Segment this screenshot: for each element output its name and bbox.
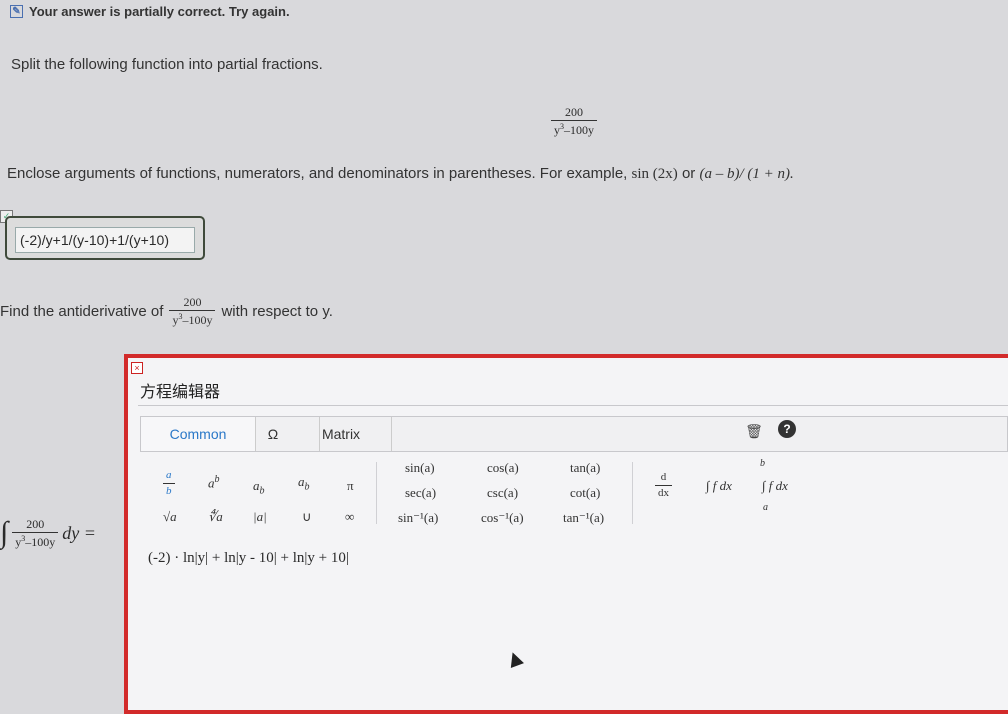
integral-denominator: y3–100y xyxy=(12,532,59,548)
question-2: Find the antiderivative of 200 y3–100y w… xyxy=(0,295,333,327)
help-icon[interactable]: ? xyxy=(778,420,796,438)
answer-box-1: (-2)/y+1/(y-10)+1/(y+10) xyxy=(5,216,205,260)
integral-numerator: 200 xyxy=(26,517,45,531)
csc-button[interactable]: csc(a) xyxy=(487,485,518,501)
integral-button[interactable]: ∫ f dx xyxy=(706,478,732,494)
function-denominator: y3–100y xyxy=(551,120,597,136)
trash-icon[interactable]: 🗑 xyxy=(745,422,763,440)
arcsin-button[interactable]: sin⁻¹(a) xyxy=(398,510,438,526)
pencil-icon: ✎ xyxy=(10,5,23,18)
power-button[interactable]: ab xyxy=(208,474,220,491)
def-integral-lower: a xyxy=(763,502,768,513)
question-prompt: Split the following function into partia… xyxy=(11,56,323,73)
abs-button[interactable]: |a| xyxy=(253,509,267,525)
subsup-button[interactable]: ab xyxy=(298,474,310,493)
divider xyxy=(632,462,633,524)
function-display: 200 y3–100y xyxy=(551,106,597,136)
sin-button[interactable]: sin(a) xyxy=(405,460,435,476)
sqrt-button[interactable]: √a xyxy=(163,509,177,525)
editor-toolbar: Common Ω Matrix xyxy=(140,416,1008,452)
instructions: Enclose arguments of functions, numerato… xyxy=(7,165,794,182)
definite-integral-button[interactable]: ∫ f dx xyxy=(762,478,788,494)
status-text: Your answer is partially correct. Try ag… xyxy=(29,4,290,19)
editor-title: 方程编辑器 xyxy=(140,384,221,401)
close-icon[interactable]: × xyxy=(131,362,143,374)
union-button[interactable]: ∪ xyxy=(302,509,312,525)
answer-input-1[interactable]: (-2)/y+1/(y-10)+1/(y+10) xyxy=(15,227,195,253)
divider xyxy=(376,462,377,524)
editor-expression[interactable]: (-2) · ln|y| + ln|y - 10| + ln|y + 10| xyxy=(148,550,349,567)
fraction-button[interactable]: ab xyxy=(163,470,175,497)
integral-sign-icon: ∫ xyxy=(0,516,9,549)
q2-denominator: y3–100y xyxy=(169,310,216,326)
integral-expression: ∫ 200 y3–100y dy = xyxy=(0,516,96,549)
function-numerator: 200 xyxy=(565,105,583,119)
nth-root-button[interactable]: ∜a xyxy=(208,509,223,525)
tab-matrix[interactable]: Matrix xyxy=(291,417,392,451)
pi-button[interactable]: π xyxy=(347,478,354,494)
q2-numerator: 200 xyxy=(183,295,202,309)
tan-button[interactable]: tan(a) xyxy=(570,460,600,476)
status-message: ✎ Your answer is partially correct. Try … xyxy=(10,4,290,19)
divider xyxy=(138,405,1008,406)
arccos-button[interactable]: cos⁻¹(a) xyxy=(481,510,524,526)
arctan-button[interactable]: tan⁻¹(a) xyxy=(563,510,604,526)
subscript-button[interactable]: ab xyxy=(253,478,265,497)
cot-button[interactable]: cot(a) xyxy=(570,485,600,501)
integral-suffix: dy = xyxy=(62,522,96,543)
infinity-button[interactable]: ∞ xyxy=(345,509,354,525)
sec-button[interactable]: sec(a) xyxy=(405,485,436,501)
cos-button[interactable]: cos(a) xyxy=(487,460,519,476)
def-integral-upper: b xyxy=(760,458,765,469)
derivative-button[interactable]: d dx xyxy=(655,472,672,499)
